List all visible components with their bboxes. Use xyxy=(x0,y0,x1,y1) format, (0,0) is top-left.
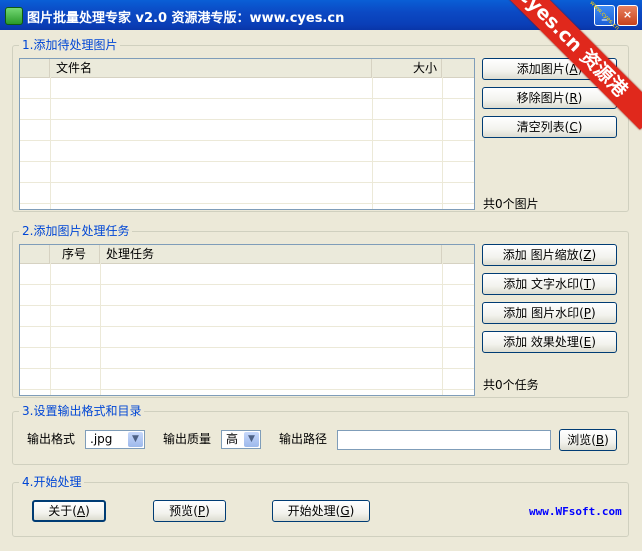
task-list-header: 序号 处理任务 xyxy=(20,245,474,264)
about-button[interactable]: 关于(A) xyxy=(32,500,106,522)
add-images-legend: 1.添加待处理图片 xyxy=(19,38,121,52)
image-file-list[interactable]: 文件名 大小 xyxy=(19,58,475,210)
browse-shortcut: B xyxy=(595,433,605,447)
grid-line xyxy=(20,347,474,348)
image-list-header-blank xyxy=(20,59,50,77)
format-select-value: .jpg xyxy=(90,432,113,446)
close-button[interactable]: × xyxy=(617,5,638,26)
add-image-label: 添加图片 xyxy=(516,62,565,76)
quality-select-value: 高 xyxy=(226,432,239,446)
chevron-down-icon[interactable]: ▼ xyxy=(244,432,259,447)
grid-line xyxy=(20,389,474,390)
grid-line xyxy=(372,77,373,209)
add-text-watermark-button[interactable]: 添加 文字水印(T) xyxy=(482,273,617,295)
image-list-header-filename[interactable]: 文件名 xyxy=(50,59,372,77)
grid-line xyxy=(20,284,474,285)
quality-label: 输出质量 xyxy=(163,432,212,446)
start-process-label: 开始处理 xyxy=(287,504,336,518)
task-list-header-index[interactable]: 序号 xyxy=(50,245,100,263)
grid-line xyxy=(50,77,51,209)
grid-line xyxy=(20,326,474,327)
browse-button[interactable]: 浏览(B) xyxy=(559,429,617,451)
output-path-field[interactable] xyxy=(337,430,551,450)
grid-line xyxy=(100,263,101,395)
add-image-watermark-label: 添加 图片水印 xyxy=(503,306,580,320)
grid-line xyxy=(442,77,443,209)
chevron-down-icon[interactable]: ▼ xyxy=(128,432,143,447)
start-process-button[interactable]: 开始处理(G) xyxy=(272,500,370,522)
add-effect-label: 添加 效果处理 xyxy=(503,335,579,349)
add-effect-shortcut: E xyxy=(583,335,592,349)
dialog-body: 1.添加待处理图片 文件名 大小 添加图片(A) 移除图片(R) 清空列表(C)… xyxy=(3,30,639,548)
window-title: 图片批量处理专家 v2.0 资源港专版：www.cyes.cn xyxy=(27,11,345,26)
grid-line xyxy=(50,263,51,395)
grid-line xyxy=(20,203,474,204)
task-list-header-task[interactable]: 处理任务 xyxy=(100,245,442,263)
remove-image-button[interactable]: 移除图片(R) xyxy=(482,87,617,109)
clear-list-shortcut: C xyxy=(569,120,578,134)
grid-line xyxy=(20,140,474,141)
start-legend: 4.开始处理 xyxy=(19,475,85,489)
grid-line xyxy=(20,305,474,306)
image-list-header-size[interactable]: 大小 xyxy=(372,59,442,77)
grid-line xyxy=(20,119,474,120)
format-select[interactable]: .jpg ▼ xyxy=(85,430,145,449)
remove-image-shortcut: R xyxy=(569,91,578,105)
start-process-shortcut: G xyxy=(340,504,350,518)
about-label: 关于 xyxy=(48,504,73,518)
image-count: 共0个图片 xyxy=(483,197,539,211)
add-image-watermark-shortcut: P xyxy=(583,306,592,320)
grid-line xyxy=(442,263,443,395)
app-icon xyxy=(5,7,23,25)
preview-shortcut: P xyxy=(197,504,206,518)
preview-button[interactable]: 预览(P) xyxy=(153,500,226,522)
remove-image-label: 移除图片 xyxy=(516,91,565,105)
preview-label: 预览 xyxy=(169,504,194,518)
add-image-watermark-button[interactable]: 添加 图片水印(P) xyxy=(482,302,617,324)
website-link[interactable]: www.WFsoft.com xyxy=(529,505,622,518)
add-resize-task-button[interactable]: 添加 图片缩放(Z) xyxy=(482,244,617,266)
task-list-header-blank xyxy=(20,245,50,263)
grid-line xyxy=(20,161,474,162)
add-text-watermark-shortcut: T xyxy=(583,277,592,291)
grid-line xyxy=(20,98,474,99)
clear-list-label: 清空列表 xyxy=(516,120,565,134)
quality-select[interactable]: 高 ▼ xyxy=(221,430,261,449)
add-resize-label: 添加 图片缩放 xyxy=(502,248,579,262)
add-effect-button[interactable]: 添加 效果处理(E) xyxy=(482,331,617,353)
task-count: 共0个任务 xyxy=(483,378,539,392)
tasks-legend: 2.添加图片处理任务 xyxy=(19,224,133,238)
grid-line xyxy=(20,368,474,369)
browse-label: 浏览 xyxy=(567,433,592,447)
image-list-header: 文件名 大小 xyxy=(20,59,474,78)
clear-list-button[interactable]: 清空列表(C) xyxy=(482,116,617,138)
add-text-watermark-label: 添加 文字水印 xyxy=(503,277,580,291)
about-shortcut: A xyxy=(76,504,86,518)
path-label: 输出路径 xyxy=(279,432,328,446)
add-resize-shortcut: Z xyxy=(583,248,592,262)
grid-line xyxy=(20,182,474,183)
output-settings-legend: 3.设置输出格式和目录 xyxy=(19,404,145,418)
format-label: 输出格式 xyxy=(27,432,76,446)
task-list[interactable]: 序号 处理任务 xyxy=(19,244,475,396)
